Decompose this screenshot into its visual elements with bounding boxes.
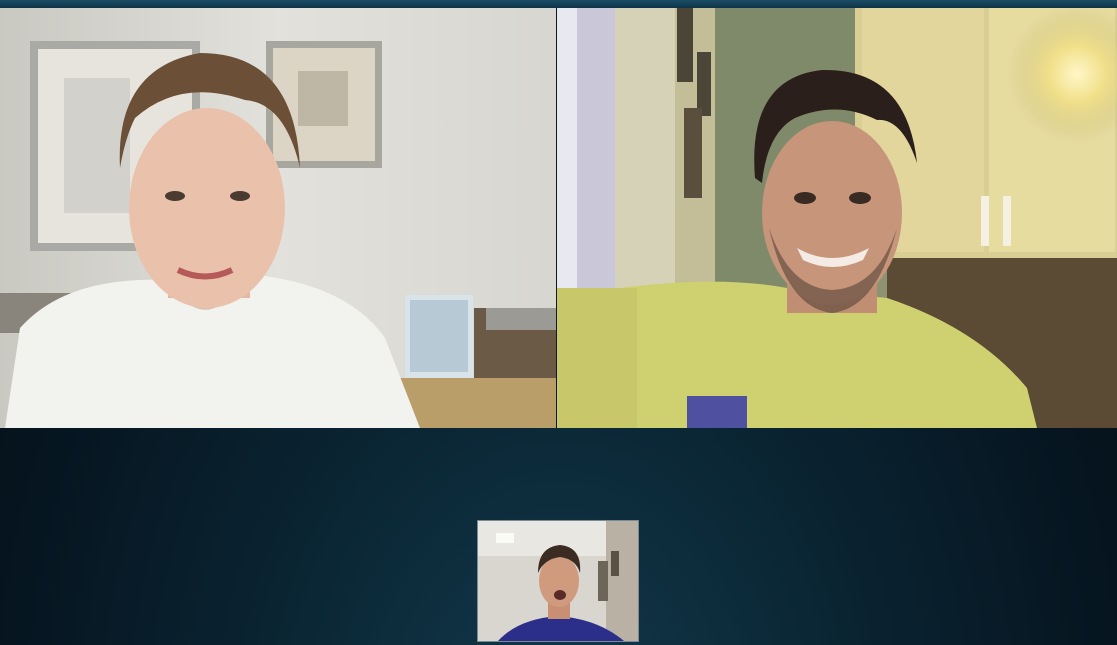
window-top-bar xyxy=(0,0,1117,8)
participant-video-left[interactable] xyxy=(0,8,556,428)
self-view-frame xyxy=(478,521,638,641)
participant-video-right-frame xyxy=(557,8,1117,428)
self-view-video[interactable] xyxy=(477,520,639,642)
participant-video-right[interactable] xyxy=(557,8,1117,428)
participant-video-left-frame xyxy=(0,8,556,428)
